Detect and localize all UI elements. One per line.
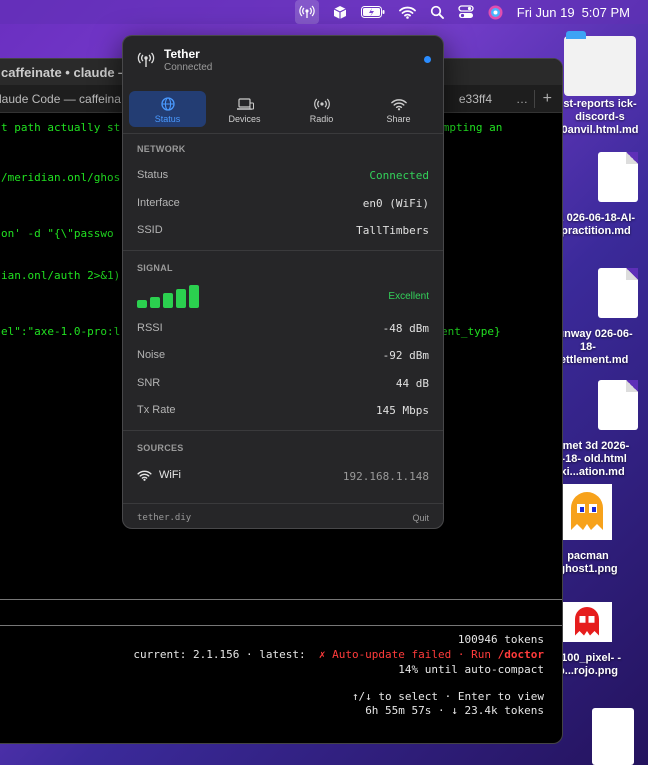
- terminal-line: t path actually stra attempting an: [1, 121, 503, 134]
- divider: [0, 625, 562, 626]
- wifi-source-icon: [137, 470, 152, 481]
- document-thumbnail-icon: [564, 31, 636, 96]
- control-center-icon[interactable]: [458, 0, 474, 24]
- snr-value: 44 dB: [395, 377, 429, 390]
- battery-icon[interactable]: [360, 0, 385, 24]
- quit-button[interactable]: Quit: [412, 513, 429, 523]
- txrate-label: Tx Rate: [137, 404, 176, 416]
- tether-popover[interactable]: Tether Connected Status Devices Radio Sh…: [122, 35, 444, 529]
- terminal-line: /meridian.onl/ghos: [1, 171, 121, 184]
- signal-heading: SIGNAL: [137, 263, 173, 273]
- tether-menu-icon[interactable]: [294, 0, 319, 24]
- tab-devices[interactable]: Devices: [206, 91, 283, 127]
- devices-icon: [206, 96, 283, 112]
- terminal-title: caffeinate • claude —: [1, 64, 132, 80]
- txrate-value: 145 Mbps: [376, 404, 429, 417]
- rssi-label: RSSI: [137, 322, 163, 334]
- source-label: WiFi: [159, 469, 181, 481]
- menu-bar: Fri Jun 19 5:07 PM: [0, 0, 648, 24]
- terminal-tab-hash: e33ff4: [458, 91, 492, 106]
- radio-icon: [283, 96, 360, 112]
- network-heading: NETWORK: [137, 144, 186, 154]
- search-icon[interactable]: [430, 0, 444, 24]
- signal-bar: [163, 293, 173, 308]
- document-icon[interactable]: [592, 708, 634, 765]
- snr-label: SNR: [137, 377, 161, 389]
- divider: [123, 133, 443, 134]
- popover-header: Tether Connected: [123, 36, 443, 84]
- wifi-icon: [360, 96, 437, 112]
- signal-bar: [189, 285, 199, 308]
- rssi-value: -48 dBm: [382, 322, 429, 335]
- source-row[interactable]: WiFi: [137, 469, 181, 481]
- interface-label: Interface: [137, 197, 180, 209]
- tab-radio[interactable]: Radio: [283, 91, 360, 127]
- wifi-menu-icon[interactable]: [398, 0, 416, 24]
- box-menu-icon[interactable]: [333, 0, 347, 24]
- ssid-value: TallTimbers: [356, 224, 429, 237]
- ssid-label: SSID: [137, 224, 163, 236]
- signal-bars: [137, 284, 202, 308]
- signal-quality: Excellent: [388, 291, 429, 302]
- globe-icon: [129, 96, 206, 112]
- connection-dot-icon: [424, 56, 431, 63]
- token-count: 100946 tokens: [457, 633, 544, 646]
- compact-status: 14% until auto-compact: [398, 663, 544, 676]
- signal-bar: [150, 297, 160, 308]
- tab-status[interactable]: Status: [129, 91, 206, 127]
- tether-title: Tether: [164, 47, 200, 61]
- document-icon: [598, 380, 638, 430]
- noise-value: -92 dBm: [382, 349, 429, 362]
- divider: [123, 503, 443, 504]
- signal-bar: [176, 289, 186, 308]
- signal-bar: [137, 300, 147, 308]
- sources-heading: SOURCES: [137, 443, 184, 453]
- tether-subtitle: Connected: [164, 62, 213, 73]
- menubar-time[interactable]: 5:07 PM: [582, 5, 630, 20]
- antenna-icon: [137, 51, 155, 74]
- status-value: Connected: [369, 169, 429, 182]
- noise-label: Noise: [137, 349, 166, 361]
- terminal-line: el":"axe-1.0-pro:l ent_type}: [1, 325, 501, 338]
- update-status: current: 2.1.156 · latest: ✗ Auto-update…: [133, 648, 544, 661]
- terminal-line: on' -d "{\"passwo: [1, 227, 114, 240]
- divider: [123, 430, 443, 431]
- new-tab-button[interactable]: +: [533, 89, 552, 108]
- divider: [0, 599, 562, 600]
- elapsed-status: 6h 55m 57s · ↓ 23.4k tokens: [365, 704, 544, 717]
- document-icon: [598, 152, 638, 202]
- interface-value: en0 (WiFi): [362, 197, 429, 210]
- tab-bar: Status Devices Radio Share: [129, 91, 439, 127]
- siri-icon[interactable]: [488, 0, 503, 24]
- red-ghost-image-icon: [562, 602, 612, 642]
- more-tabs-icon[interactable]: …: [516, 92, 528, 106]
- tab-share[interactable]: Share: [360, 91, 437, 127]
- menubar-date[interactable]: Fri Jun 19: [517, 5, 575, 20]
- terminal-tab[interactable]: laude Code — caffeina: [0, 92, 121, 106]
- pacman-ghost-image-icon: [562, 484, 612, 540]
- status-label: Status: [137, 169, 169, 181]
- desktop-file[interactable]: st-reports ick-discord-s 0anvil.html.md: [552, 31, 648, 137]
- terminal-line: ian.onl/auth 2>&1): [1, 269, 121, 282]
- select-hint: ↑/↓ to select · Enter to view: [351, 690, 544, 703]
- document-icon: [598, 268, 638, 318]
- source-ip: 192.168.1.148: [342, 470, 429, 483]
- footer-site-link[interactable]: tether.diy: [137, 513, 191, 523]
- divider: [123, 250, 443, 251]
